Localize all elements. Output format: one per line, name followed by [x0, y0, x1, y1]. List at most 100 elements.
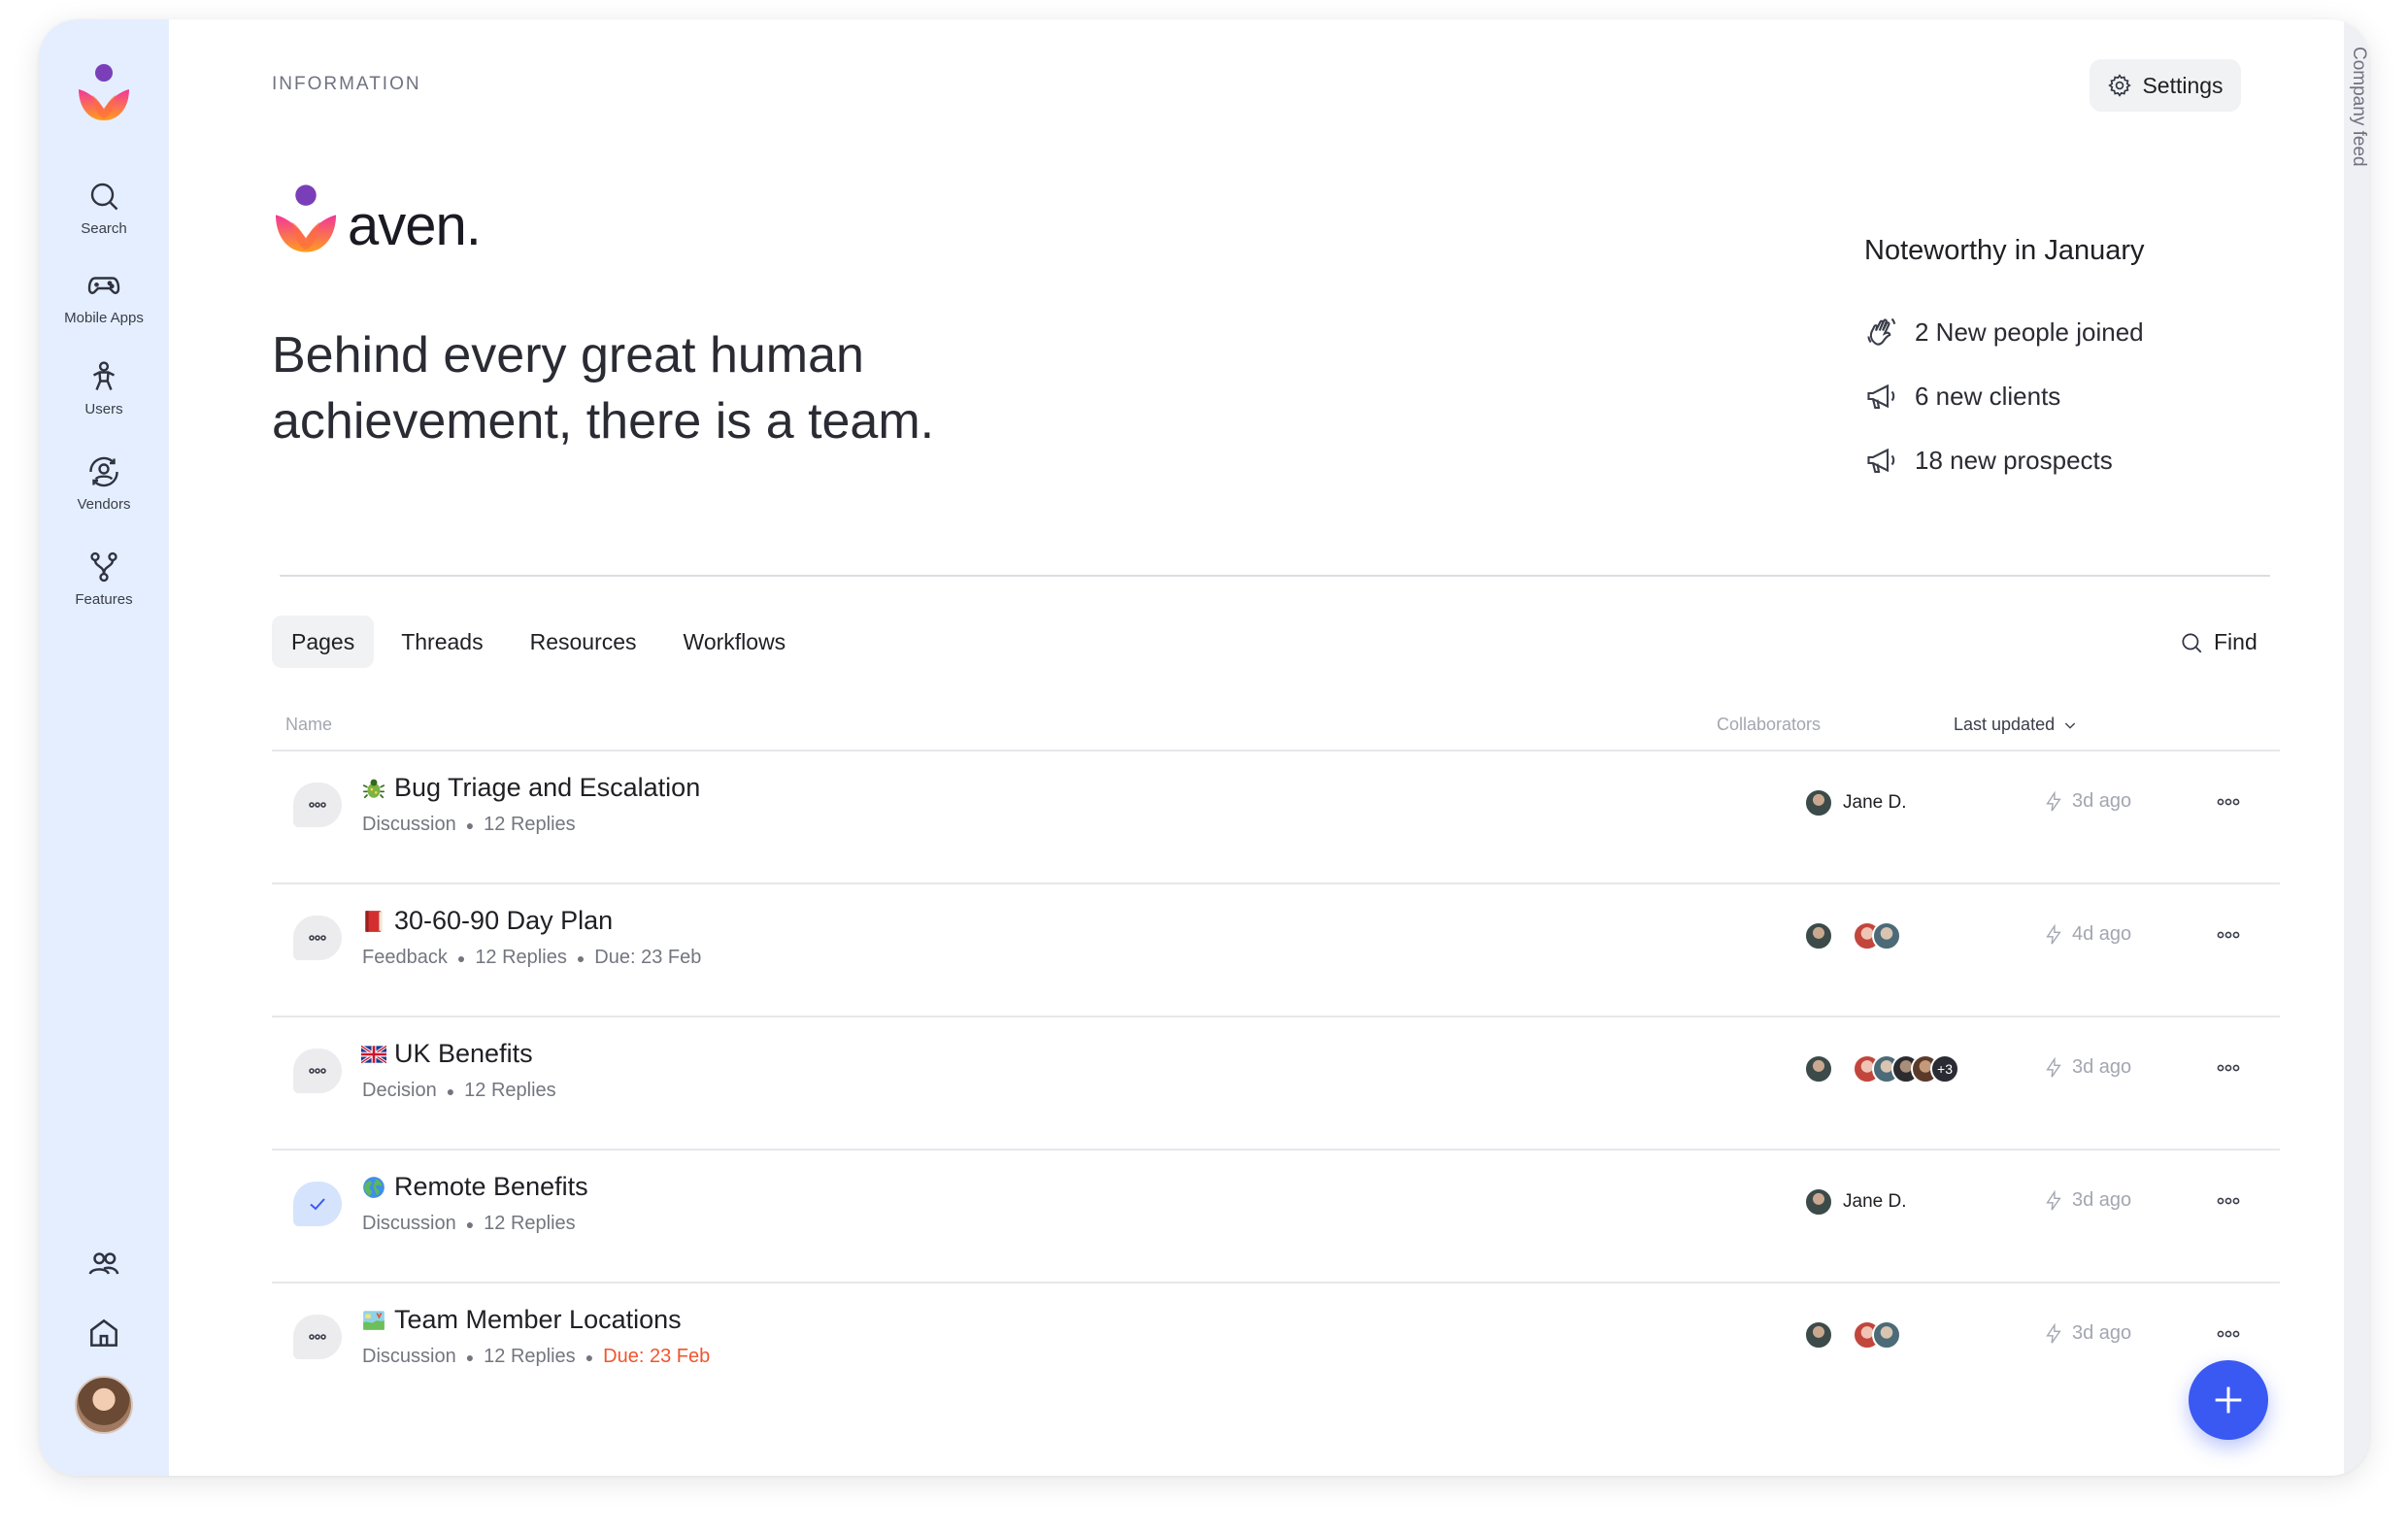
- column-header-collaborators[interactable]: Collaborators: [1717, 715, 1821, 735]
- row-meta: Discussion ● 12 Replies: [362, 814, 576, 836]
- row-title-text: 30-60-90 Day Plan: [394, 906, 614, 935]
- collaborator-name: Jane D.: [1843, 1191, 1907, 1212]
- table-row[interactable]: Bug Triage and Escalation Discussion ● 12 R…: [272, 750, 2280, 854]
- gamepad-icon: [87, 277, 120, 294]
- more-options-icon[interactable]: [2214, 923, 2243, 947]
- collaborator-avatar[interactable]: [1804, 788, 1833, 817]
- settings-label: Settings: [2142, 72, 2224, 98]
- tab-threads[interactable]: Threads: [382, 616, 502, 668]
- table-row[interactable]: 30-60-90 Day Plan Feedback ● 12 Replies ● Due…: [272, 883, 2280, 987]
- settings-button[interactable]: Settings: [2090, 59, 2241, 112]
- row-replies: 12 Replies: [475, 947, 567, 968]
- collaborator-avatar: [1872, 1320, 1901, 1350]
- add-button[interactable]: [2189, 1360, 2268, 1440]
- row-title[interactable]: Team Member Locations: [361, 1305, 682, 1335]
- row-replies: 12 Replies: [484, 814, 576, 835]
- brand-logo: aven.: [272, 183, 482, 257]
- app-window: Search Mobile Apps Users Vendors Feature…: [39, 19, 2369, 1476]
- row-meta: Decision ● 12 Replies: [362, 1080, 556, 1102]
- collaborator-avatar[interactable]: [1804, 1320, 1833, 1350]
- more-options-icon[interactable]: [2214, 1189, 2243, 1213]
- row-status-bubble[interactable]: [293, 1049, 342, 1093]
- row-replies: 12 Replies: [484, 1346, 576, 1367]
- meta-separator: ●: [465, 1349, 475, 1365]
- row-status-bubble[interactable]: [293, 1315, 342, 1359]
- row-replies: 12 Replies: [484, 1213, 576, 1234]
- gear-icon: [2108, 74, 2132, 97]
- row-title-text: Bug Triage and Escalation: [394, 773, 701, 802]
- table-row[interactable]: UK Benefits Decision ● 12 Replies +3 3d ago: [272, 1016, 2280, 1120]
- main-content: INFORMATION Settings aven. Behind every …: [169, 19, 2344, 1476]
- row-title[interactable]: 30-60-90 Day Plan: [361, 906, 613, 936]
- row-collaborators: [1804, 921, 1901, 950]
- search-icon: [2182, 632, 2202, 652]
- more-options-icon[interactable]: [2214, 1056, 2243, 1080]
- row-last-updated: 3d ago: [2043, 790, 2131, 813]
- find-button[interactable]: Find: [2179, 629, 2258, 655]
- table-row[interactable]: Remote Benefits Discussion ● 12 Replies Jane…: [272, 1149, 2280, 1253]
- people-icon[interactable]: [85, 1245, 122, 1282]
- noteworthy-item[interactable]: 2 New people joined: [1864, 300, 2291, 364]
- hero-headline: Behind every great human achievement, th…: [272, 322, 1146, 454]
- noteworthy-text: 18 new prospects: [1915, 445, 2113, 475]
- plus-icon: [2215, 1386, 2242, 1414]
- check-icon: [310, 1198, 325, 1211]
- collaborator-group[interactable]: [1853, 1320, 1901, 1350]
- row-title-text: UK Benefits: [394, 1039, 533, 1068]
- branch-icon: [90, 551, 117, 583]
- collaborator-avatar: [1872, 921, 1901, 950]
- sidebar-item-label: Features: [75, 591, 133, 608]
- collaborator-group[interactable]: +3: [1853, 1054, 1959, 1084]
- row-title[interactable]: Remote Benefits: [361, 1172, 588, 1202]
- collaborator-avatar[interactable]: [1804, 921, 1833, 950]
- content-tabs: Pages Threads Resources Workflows: [272, 616, 805, 668]
- lightning-icon: [2046, 790, 2061, 812]
- column-header-name[interactable]: Name: [285, 715, 332, 735]
- aven-logo-icon[interactable]: [77, 62, 131, 122]
- more-options-icon[interactable]: [2214, 1322, 2243, 1346]
- collaborator-avatar[interactable]: [1804, 1054, 1833, 1084]
- noteworthy-text: 6 new clients: [1915, 381, 2061, 411]
- collaborator-avatar[interactable]: [1804, 1187, 1833, 1217]
- user-avatar[interactable]: [75, 1376, 133, 1434]
- megaphone-icon: [1867, 384, 1895, 410]
- row-status-bubble[interactable]: [293, 783, 342, 827]
- sidebar-item-users[interactable]: Users: [39, 359, 169, 437]
- hero-headline-line: achievement, there is a team.: [272, 393, 935, 450]
- row-status-bubble[interactable]: [293, 1182, 342, 1226]
- row-updated-text: 3d ago: [2072, 1189, 2132, 1211]
- table-row[interactable]: Team Member Locations Discussion ● 12 Repli…: [272, 1282, 2280, 1386]
- tab-workflows[interactable]: Workflows: [664, 616, 806, 668]
- brand-wordmark: aven.: [348, 194, 482, 257]
- collaborator-group[interactable]: [1853, 921, 1901, 950]
- noteworthy-panel: Noteworthy in January 2 New people joine…: [1864, 235, 2291, 492]
- row-title[interactable]: Bug Triage and Escalation: [361, 773, 700, 803]
- globe-icon: [363, 1176, 385, 1198]
- noteworthy-item[interactable]: 6 new clients: [1864, 364, 2291, 428]
- collaborator-name: Jane D.: [1843, 792, 1907, 813]
- row-type: Decision: [362, 1080, 437, 1101]
- company-feed-label[interactable]: Company feed: [2346, 47, 2369, 167]
- column-header-last-updated[interactable]: Last updated: [1954, 715, 2078, 735]
- tab-resources[interactable]: Resources: [511, 616, 656, 668]
- sidebar-item-label: Vendors: [77, 496, 131, 513]
- home-icon[interactable]: [85, 1315, 122, 1351]
- sidebar-item-mobile-apps[interactable]: Mobile Apps: [39, 268, 169, 346]
- ellipsis-icon: [309, 1334, 326, 1340]
- company-feed-rail[interactable]: [2344, 19, 2369, 1476]
- row-type: Feedback: [362, 947, 448, 968]
- tab-pages[interactable]: Pages: [272, 616, 375, 668]
- row-collaborators: Jane D.: [1804, 1187, 1906, 1217]
- more-options-icon[interactable]: [2214, 790, 2243, 814]
- row-last-updated: 3d ago: [2043, 1322, 2131, 1345]
- row-title[interactable]: UK Benefits: [361, 1039, 533, 1069]
- sidebar-item-features[interactable]: Features: [39, 550, 169, 627]
- noteworthy-item[interactable]: 18 new prospects: [1864, 428, 2291, 492]
- collaborator-overflow-badge: +3: [1930, 1054, 1959, 1084]
- lightning-icon: [2046, 1189, 2061, 1211]
- sidebar-item-search[interactable]: Search: [39, 179, 169, 256]
- sidebar-item-vendors[interactable]: Vendors: [39, 454, 169, 532]
- row-updated-text: 3d ago: [2072, 1322, 2132, 1344]
- row-status-bubble[interactable]: [293, 916, 342, 960]
- sidebar-item-label: Users: [84, 401, 123, 417]
